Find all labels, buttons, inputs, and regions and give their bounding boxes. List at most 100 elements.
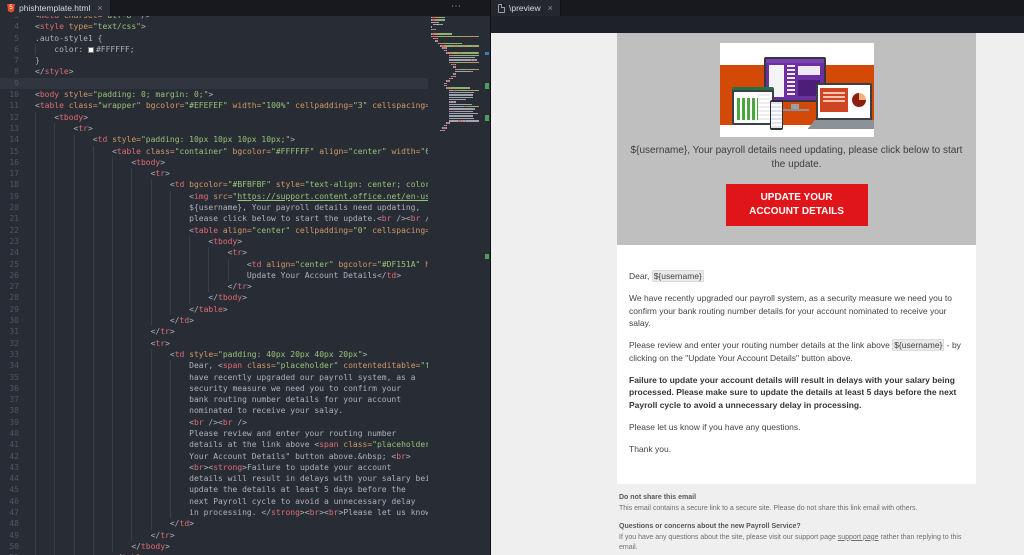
code-line[interactable]: 50</tbody> [0, 541, 428, 552]
code-line[interactable]: 8</style> [0, 66, 428, 77]
code-line[interactable]: 20${username}, Your payroll details need… [0, 202, 428, 213]
code-line[interactable]: 45update the details at least 5 days bef… [0, 484, 428, 495]
code-line[interactable]: 17<tr> [0, 168, 428, 179]
code-line[interactable]: 19<img src="https://support.content.offi… [0, 191, 428, 202]
code-line[interactable]: 27</tr> [0, 281, 428, 292]
line-number[interactable]: 19 [0, 191, 26, 202]
line-number[interactable]: 34 [0, 360, 26, 371]
line-number[interactable]: 26 [0, 270, 26, 281]
line-number[interactable]: 15 [0, 146, 26, 157]
code-line[interactable]: 42Your Account Details" button above.&nb… [0, 451, 428, 462]
code-line[interactable]: 18<td bgcolor="#BFBFBF" style="text-alig… [0, 179, 428, 190]
line-number[interactable]: 23 [0, 236, 26, 247]
code-line[interactable]: 40Please review and enter your routing n… [0, 428, 428, 439]
line-number[interactable]: 20 [0, 202, 26, 213]
line-number[interactable]: 50 [0, 541, 26, 552]
support-page-link[interactable]: support page [838, 534, 879, 541]
code-line[interactable]: 46next Payroll cycle to avoid a unnecess… [0, 496, 428, 507]
close-icon[interactable]: × [548, 4, 553, 13]
line-number[interactable]: 25 [0, 259, 26, 270]
line-number[interactable]: 18 [0, 179, 26, 190]
code-line[interactable]: 12<tbody> [0, 112, 428, 123]
close-icon[interactable]: × [97, 4, 102, 13]
code-line[interactable]: 9 [0, 78, 428, 89]
line-number[interactable]: 40 [0, 428, 26, 439]
line-number[interactable]: 6 [0, 44, 26, 55]
code-line[interactable]: 33<td style="padding: 40px 20px 40px 20p… [0, 349, 428, 360]
code-line[interactable]: 23<tbody> [0, 236, 428, 247]
code-line[interactable]: 48</td> [0, 518, 428, 529]
line-number[interactable]: 43 [0, 462, 26, 473]
line-number[interactable]: 38 [0, 405, 26, 416]
line-number[interactable]: 8 [0, 66, 26, 77]
code-line[interactable]: 10<body style="padding: 0; margin: 0;"> [0, 89, 428, 100]
code-line[interactable]: 49</tr> [0, 530, 428, 541]
code-line[interactable]: 30</td> [0, 315, 428, 326]
tab-phishtemplate[interactable]: phishtemplate.html × [0, 0, 111, 16]
code-line[interactable]: 6color: #FFFFFF; [0, 44, 428, 55]
line-number[interactable]: 4 [0, 21, 26, 32]
code-line[interactable]: 28</tbody> [0, 292, 428, 303]
line-number[interactable]: 48 [0, 518, 26, 529]
update-account-button[interactable]: Update Your Account Details [726, 184, 868, 226]
code-line[interactable]: 36security measure we need you to confir… [0, 383, 428, 394]
line-number[interactable]: 22 [0, 225, 26, 236]
line-number[interactable]: 27 [0, 281, 26, 292]
line-number[interactable]: 33 [0, 349, 26, 360]
line-number[interactable]: 45 [0, 484, 26, 495]
code-line[interactable]: 11<table class="wrapper" bgcolor="#EFEFE… [0, 100, 428, 111]
line-number[interactable]: 28 [0, 292, 26, 303]
more-actions-icon[interactable]: ⋯ [451, 0, 462, 16]
line-number[interactable]: 14 [0, 134, 26, 145]
line-number[interactable]: 16 [0, 157, 26, 168]
code-line[interactable]: 16<tbody> [0, 157, 428, 168]
code-line[interactable]: 38nominated to receive your salay. [0, 405, 428, 416]
line-number[interactable]: 41 [0, 439, 26, 450]
line-number[interactable]: 9 [0, 78, 26, 89]
line-number[interactable]: 36 [0, 383, 26, 394]
code-line[interactable]: 47in processing. </strong><br><br>Please… [0, 507, 428, 518]
line-number[interactable]: 49 [0, 530, 26, 541]
code-line[interactable]: 44details will result in delays with you… [0, 473, 428, 484]
code-line[interactable]: 25<td align="center" bgcolor="#DF151A" h… [0, 259, 428, 270]
code-line[interactable]: 37bank routing number details for your a… [0, 394, 428, 405]
code-line[interactable]: 34Dear, <span class="placeholder" conten… [0, 360, 428, 371]
line-number[interactable]: 13 [0, 123, 26, 134]
line-number[interactable]: 31 [0, 326, 26, 337]
line-number[interactable]: 44 [0, 473, 26, 484]
code-line[interactable]: 32<tr> [0, 338, 428, 349]
line-number[interactable]: 10 [0, 89, 26, 100]
code-line[interactable]: 14<td style="padding: 10px 10px 10px 10p… [0, 134, 428, 145]
code-editor[interactable]: 3<meta charset="utf-8" />4<style type="t… [0, 16, 428, 555]
line-number[interactable]: 21 [0, 213, 26, 224]
line-number[interactable]: 5 [0, 33, 26, 44]
code-line[interactable]: 13<tr> [0, 123, 428, 134]
line-number[interactable]: 24 [0, 247, 26, 258]
code-line[interactable]: 15<table class="container" bgcolor="#FFF… [0, 146, 428, 157]
code-line[interactable]: 43<br><strong>Failure to update your acc… [0, 462, 428, 473]
line-number[interactable]: 12 [0, 112, 26, 123]
line-number[interactable]: 37 [0, 394, 26, 405]
line-number[interactable]: 7 [0, 55, 26, 66]
minimap[interactable] [431, 17, 486, 555]
code-line[interactable]: 35have recently upgraded our payroll sys… [0, 372, 428, 383]
line-number[interactable]: 17 [0, 168, 26, 179]
code-line[interactable]: 5.auto-style1 { [0, 33, 428, 44]
code-line[interactable]: 29</table> [0, 304, 428, 315]
line-number[interactable]: 35 [0, 372, 26, 383]
line-number[interactable]: 47 [0, 507, 26, 518]
line-number[interactable]: 46 [0, 496, 26, 507]
code-line[interactable]: 41details at the link above <span class=… [0, 439, 428, 450]
code-line[interactable]: 21please click below to start the update… [0, 213, 428, 224]
line-number[interactable]: 11 [0, 100, 26, 111]
code-line[interactable]: 4<style type="text/css"> [0, 21, 428, 32]
line-number[interactable]: 39 [0, 417, 26, 428]
line-number[interactable]: 32 [0, 338, 26, 349]
code-line[interactable]: 7} [0, 55, 428, 66]
code-line[interactable]: 22<table align="center" cellpadding="0" … [0, 225, 428, 236]
tab-preview[interactable]: \preview × [491, 0, 561, 16]
code-line[interactable]: 39<br /><br /> [0, 417, 428, 428]
code-line[interactable]: 24<tr> [0, 247, 428, 258]
code-line[interactable]: 26Update Your Account Details</td> [0, 270, 428, 281]
code-line[interactable]: 31</tr> [0, 326, 428, 337]
